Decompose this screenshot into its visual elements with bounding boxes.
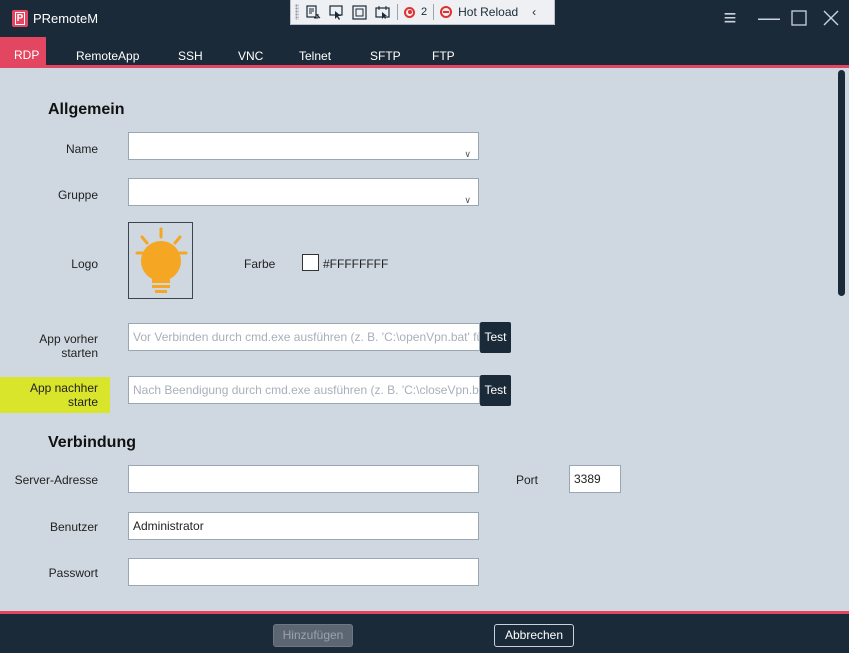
test-after-button[interactable]: Test [480, 375, 511, 406]
tab-vnc[interactable]: VNC [238, 49, 263, 63]
close-icon[interactable] [818, 5, 844, 31]
lightbulb-icon [135, 227, 188, 293]
app-logo-letter: P [15, 12, 25, 25]
tab-telnet[interactable]: Telnet [299, 49, 331, 63]
password-input[interactable] [128, 558, 479, 586]
toolbar-separator [433, 4, 435, 20]
app-before-label: App vorher starten [39, 332, 98, 360]
toolbar-grip-icon[interactable] [295, 4, 299, 20]
section-title-connection: Verbindung [48, 434, 136, 451]
server-input[interactable] [128, 465, 479, 493]
port-label: Port [516, 473, 539, 487]
app-after-placeholder: Nach Beendigung durch cmd.exe ausführen … [133, 383, 480, 397]
footer-bar: Hinzufügen Abbrechen [0, 611, 849, 653]
chevron-down-icon[interactable]: ∨ [464, 141, 471, 159]
app-logo-icon: P [12, 10, 28, 27]
select-element-icon[interactable] [328, 4, 345, 21]
app-after-label: App nachher starte [0, 377, 110, 413]
menu-icon[interactable]: ≡ [717, 5, 743, 31]
server-label: Server-Adresse [14, 473, 98, 487]
chevron-down-icon[interactable]: ∨ [464, 187, 471, 205]
cancel-button[interactable]: Abbrechen [494, 624, 574, 647]
logo-picker[interactable] [128, 222, 193, 299]
hot-reload-icon[interactable] [440, 6, 453, 18]
tab-remoteapp[interactable]: RemoteApp [76, 49, 139, 63]
minimize-icon[interactable]: — [756, 5, 782, 31]
app-before-input[interactable]: Vor Verbinden durch cmd.exe ausführen (z… [128, 323, 480, 351]
color-swatch[interactable] [302, 254, 319, 271]
tab-sftp[interactable]: SFTP [370, 49, 401, 63]
debug-toolbar: 2 Hot Reload ‹ [290, 0, 555, 25]
collapse-toolbar-icon[interactable]: ‹ [532, 5, 536, 19]
name-combobox[interactable]: ∨ [128, 132, 479, 160]
group-label: Gruppe [57, 188, 98, 202]
title-bar: P PRemoteM 2 Hot Reload ‹ ≡ — [0, 0, 849, 37]
display-layout-adorners-icon[interactable] [351, 4, 368, 21]
name-label: Name [65, 142, 98, 156]
toolbar-separator [397, 4, 398, 20]
tab-ftp[interactable]: FTP [432, 49, 455, 63]
app-before-placeholder: Vor Verbinden durch cmd.exe ausführen (z… [133, 330, 480, 344]
user-value: Administrator [133, 519, 204, 533]
user-label: Benutzer [49, 520, 98, 534]
tab-ssh[interactable]: SSH [178, 49, 203, 63]
port-value: 3389 [574, 472, 601, 486]
hot-reload-label[interactable]: Hot Reload [458, 5, 518, 19]
test-before-button[interactable]: Test [480, 322, 511, 353]
vertical-scrollbar[interactable] [838, 70, 845, 296]
user-input[interactable]: Administrator [128, 512, 479, 540]
protocol-tabs: RDP RemoteApp SSH VNC Telnet SFTP FTP [0, 37, 849, 68]
add-button[interactable]: Hinzufügen [273, 624, 353, 647]
app-after-input[interactable]: Nach Beendigung durch cmd.exe ausführen … [128, 376, 480, 404]
connection-form: Allgemein Name ∨ Gruppe ∨ Logo Farbe #FF… [0, 68, 849, 614]
tab-rdp[interactable]: RDP [0, 37, 46, 65]
binding-failures-icon[interactable] [404, 6, 415, 18]
color-label: Farbe [244, 257, 276, 271]
group-combobox[interactable]: ∨ [128, 178, 479, 206]
track-focus-icon[interactable] [374, 4, 391, 21]
app-title: PRemoteM [33, 11, 99, 26]
binding-failures-count[interactable]: 2 [421, 6, 427, 18]
port-input[interactable]: 3389 [569, 465, 621, 493]
color-value[interactable]: #FFFFFFFF [323, 257, 388, 271]
section-title-general: Allgemein [48, 101, 125, 118]
maximize-icon[interactable] [786, 5, 812, 31]
logo-label: Logo [71, 257, 98, 271]
password-label: Passwort [48, 566, 98, 580]
live-visual-tree-icon[interactable] [305, 4, 322, 21]
